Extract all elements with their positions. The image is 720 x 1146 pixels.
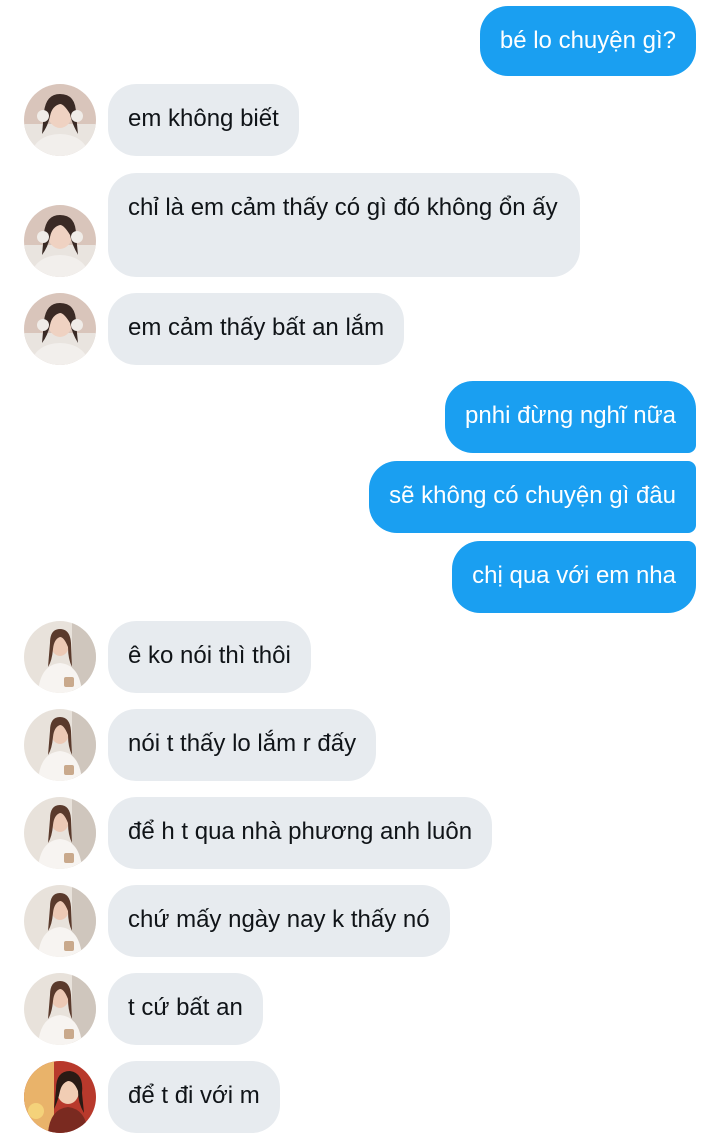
contact-avatar[interactable] <box>24 1061 96 1133</box>
avatar-photo-b-icon <box>24 797 96 869</box>
incoming-message[interactable]: nói t thấy lo lắm r đấy <box>108 709 377 781</box>
outgoing-message[interactable]: bé lo chuyện gì? <box>479 6 696 76</box>
incoming-message[interactable]: chứ mấy ngày nay k thấy nó <box>108 885 450 957</box>
contact-avatar[interactable] <box>24 973 96 1045</box>
outgoing-message[interactable]: chị qua với em nha <box>452 541 696 613</box>
contact-avatar[interactable] <box>24 293 96 365</box>
contact-avatar[interactable] <box>24 885 96 957</box>
incoming-message[interactable]: để h t qua nhà phương anh luôn <box>108 797 493 869</box>
outgoing-message[interactable]: pnhi đừng nghĩ nữa <box>445 381 696 453</box>
contact-avatar[interactable] <box>24 709 96 781</box>
incoming-message[interactable]: t cứ bất an <box>108 973 263 1045</box>
avatar-photo-a-icon <box>24 205 96 277</box>
incoming-message[interactable]: để t đi với m <box>108 1061 280 1133</box>
avatar-photo-b-icon <box>24 709 96 781</box>
outgoing-message[interactable]: sẽ không có chuyện gì đâu <box>369 461 696 533</box>
avatar-photo-a-icon <box>24 84 96 156</box>
contact-avatar[interactable] <box>24 621 96 693</box>
incoming-message[interactable]: chỉ là em cảm thấy có gì đó không ổn ấy <box>108 173 580 277</box>
contact-avatar[interactable] <box>24 797 96 869</box>
avatar-photo-b-icon <box>24 885 96 957</box>
contact-avatar[interactable] <box>24 84 96 156</box>
incoming-message[interactable]: em cảm thấy bất an lắm <box>108 293 405 365</box>
avatar-photo-c-icon <box>24 1061 96 1133</box>
incoming-message[interactable]: em không biết <box>108 84 299 156</box>
avatar-photo-b-icon <box>24 621 96 693</box>
contact-avatar[interactable] <box>24 205 96 277</box>
incoming-message[interactable]: ê ko nói thì thôi <box>108 621 311 693</box>
avatar-photo-b-icon <box>24 973 96 1045</box>
avatar-photo-a-icon <box>24 293 96 365</box>
chat-thread: bé lo chuyện gì? em không biết chỉ là em… <box>0 0 720 1146</box>
